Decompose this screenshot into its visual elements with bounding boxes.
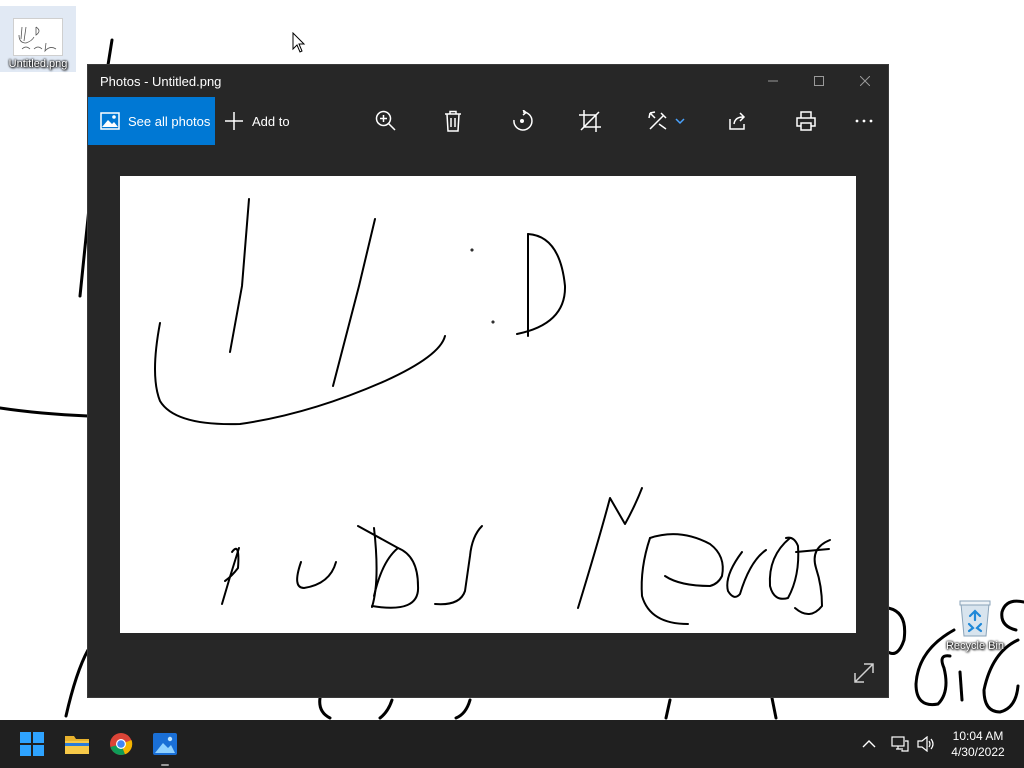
maximize-button[interactable]: [796, 65, 842, 97]
desktop-recycle-bin[interactable]: Recycle Bin: [937, 598, 1013, 652]
network-button[interactable]: [891, 720, 909, 768]
rotate-button[interactable]: [502, 97, 542, 145]
rotate-icon: [513, 110, 533, 131]
photos-app-button[interactable]: [149, 728, 181, 760]
edit-icon: [648, 111, 667, 130]
mouse-pointer-icon: [292, 32, 306, 53]
recycle-bin-label: Recycle Bin: [945, 640, 1005, 652]
photos-gallery-icon: [100, 112, 120, 130]
delete-icon: [445, 110, 461, 132]
network-icon: [891, 736, 909, 752]
plus-icon: [224, 111, 244, 131]
maximize-icon: [814, 76, 824, 86]
minimize-icon: [768, 80, 778, 82]
zoom-in-icon: [375, 110, 396, 131]
file-explorer-button[interactable]: [61, 728, 93, 760]
chevron-down-icon: [675, 118, 685, 125]
share-icon: [729, 112, 746, 130]
taskbar: 10:04 AM 4/30/2022: [0, 720, 1024, 768]
expand-icon: [854, 663, 874, 683]
desktop-file-label: Untitled.png: [8, 58, 68, 70]
window-title: Photos - Untitled.png: [100, 74, 222, 89]
clock-date: 4/30/2022: [951, 745, 1005, 759]
title-bar[interactable]: Photos - Untitled.png: [88, 65, 888, 97]
photos-app-icon: [153, 733, 177, 755]
fullscreen-button[interactable]: [852, 661, 876, 685]
more-options-button[interactable]: [844, 97, 884, 145]
print-button[interactable]: [786, 97, 826, 145]
add-to-label: Add to: [252, 113, 290, 129]
close-button[interactable]: [842, 65, 888, 97]
start-button[interactable]: [16, 728, 48, 760]
minimize-button[interactable]: [750, 65, 796, 97]
windows-start-icon: [20, 732, 44, 756]
system-clock[interactable]: 10:04 AM 4/30/2022: [940, 728, 1016, 760]
close-icon: [860, 76, 870, 86]
edit-create-button[interactable]: [640, 97, 692, 145]
active-app-indicator: [161, 764, 169, 766]
see-all-photos-button[interactable]: See all photos: [88, 97, 215, 145]
zoom-button[interactable]: [366, 97, 406, 145]
see-all-photos-label: See all photos: [128, 113, 211, 129]
share-button[interactable]: [718, 97, 758, 145]
speaker-icon: [917, 736, 934, 752]
clock-time: 10:04 AM: [952, 729, 1004, 743]
crop-button[interactable]: [570, 97, 610, 145]
desktop-file-untitled-png[interactable]: Untitled.png: [0, 6, 76, 72]
chrome-icon: [110, 733, 133, 756]
toolbar: See all photos Add to: [88, 97, 888, 145]
print-icon: [796, 111, 816, 131]
more-icon: [855, 119, 873, 123]
crop-icon: [579, 110, 601, 132]
show-hidden-icons-button[interactable]: [862, 720, 876, 768]
image-thumbnail-icon: [13, 18, 63, 56]
chrome-button[interactable]: [105, 728, 137, 760]
volume-button[interactable]: [917, 720, 935, 768]
photos-window[interactable]: Photos - Untitled.png See all photos Add…: [88, 65, 888, 697]
recycle-bin-icon: [959, 600, 991, 637]
photo-canvas[interactable]: [120, 176, 856, 633]
chevron-up-icon: [862, 740, 876, 748]
add-to-button[interactable]: Add to: [224, 97, 290, 145]
delete-button[interactable]: [433, 97, 473, 145]
folder-icon: [65, 736, 89, 754]
